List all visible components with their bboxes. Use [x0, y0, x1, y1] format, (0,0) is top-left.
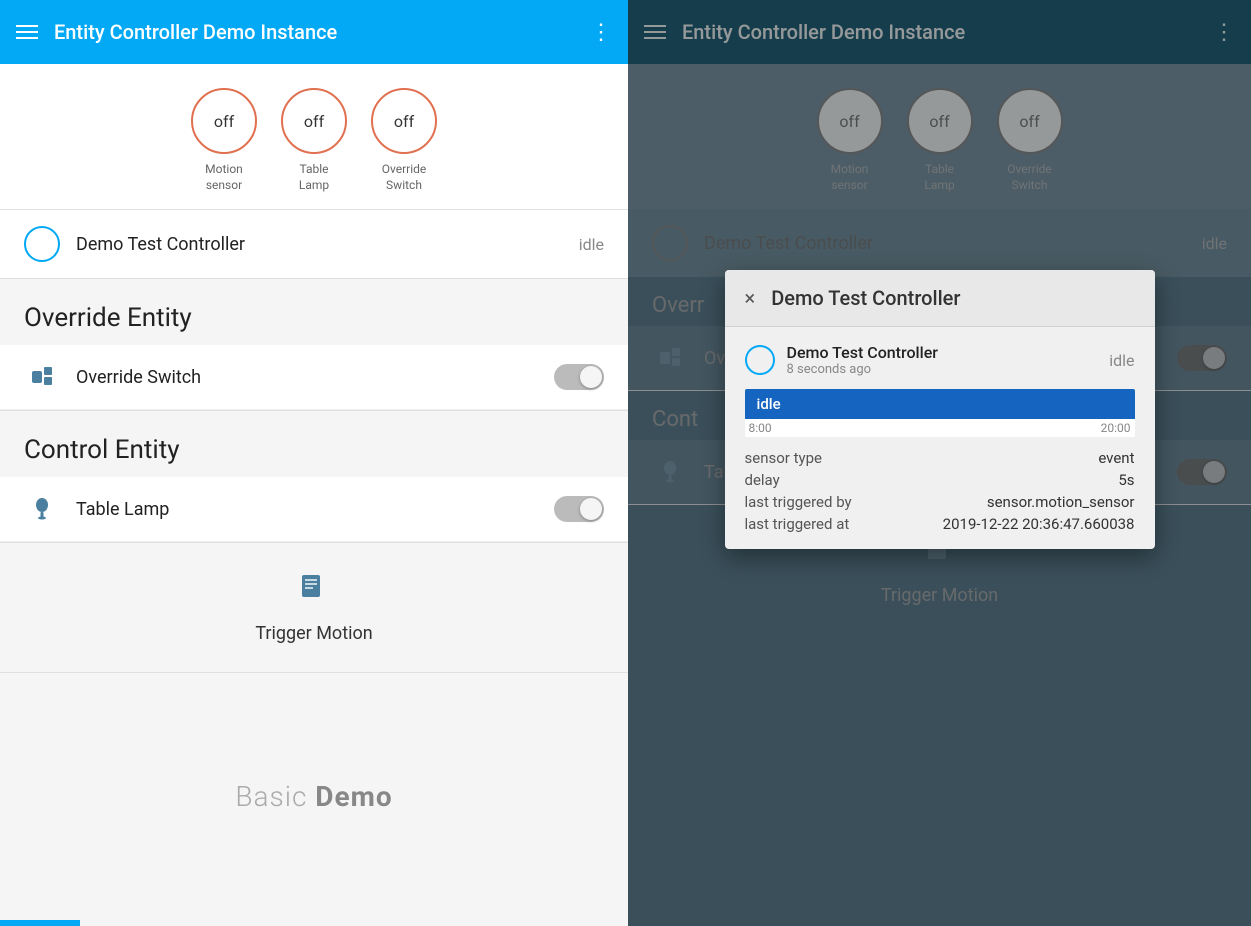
delay-value: 5s: [1118, 471, 1134, 489]
dialog-controller-row: Demo Test Controller 8 seconds ago idle: [745, 343, 1135, 377]
timeline-idle-label: idle: [757, 395, 781, 413]
triggered-at-key: last triggered at: [745, 515, 850, 533]
trigger-motion-icon: [296, 571, 332, 615]
timeline-start-label: 8:00: [749, 421, 772, 435]
sensor-type-value: event: [1098, 449, 1134, 467]
delay-key: delay: [745, 471, 780, 489]
override-switch-icon: [24, 359, 60, 395]
triggered-by-value: sensor.motion_sensor: [987, 493, 1135, 511]
toggle-knob: [580, 366, 602, 388]
sensor-label-motion: Motionsensor: [205, 162, 243, 193]
dialog-controller-name: Demo Test Controller: [787, 343, 1098, 362]
override-section-header: Override Entity: [0, 279, 628, 345]
basic-demo-row: Basic Demo: [0, 673, 628, 920]
sensor-label-lamp: TableLamp: [299, 162, 329, 193]
sensor-circle-override[interactable]: off: [371, 88, 437, 154]
right-panel: Entity Controller Demo Instance ⋮ off Mo…: [628, 0, 1251, 926]
info-row-triggered-at: last triggered at 2019-12-22 20:36:47.66…: [745, 515, 1135, 533]
triggered-at-value: 2019-12-22 20:36:47.660038: [943, 515, 1135, 533]
timeline-labels: 8:00 20:00: [745, 419, 1135, 437]
dialog-header: × Demo Test Controller: [725, 270, 1155, 327]
sensor-circle-lamp[interactable]: off: [281, 88, 347, 154]
dialog-close-button[interactable]: ×: [745, 286, 756, 310]
override-switch-toggle[interactable]: [554, 364, 604, 390]
left-panel: Entity Controller Demo Instance ⋮ off Mo…: [0, 0, 628, 926]
menu-icon[interactable]: [16, 25, 38, 39]
override-entity-row: Override Switch: [0, 345, 628, 410]
toggle-knob-lamp: [580, 498, 602, 520]
dialog-title: Demo Test Controller: [771, 286, 960, 310]
trigger-motion-section: Trigger Motion: [0, 543, 628, 672]
controller-icon: [24, 226, 60, 262]
bottom-bar: [0, 920, 80, 926]
timeline-end-label: 20:00: [1101, 421, 1131, 435]
basic-demo-text: Basic Demo: [235, 780, 392, 813]
sensor-circle-motion[interactable]: off: [191, 88, 257, 154]
controller-status: idle: [579, 235, 604, 254]
timeline: idle 8:00 20:00: [745, 389, 1135, 437]
info-table: sensor type event delay 5s last triggere…: [745, 449, 1135, 533]
timeline-bar-row: idle: [745, 389, 1135, 419]
left-app-bar-title: Entity Controller Demo Instance: [54, 20, 574, 44]
left-controller-row[interactable]: Demo Test Controller idle: [0, 210, 628, 278]
table-lamp-icon: [24, 491, 60, 527]
sensor-item-motion: off Motionsensor: [191, 88, 257, 193]
trigger-motion-label[interactable]: Trigger Motion: [255, 623, 372, 644]
info-row-sensor-type: sensor type event: [745, 449, 1135, 467]
control-section-header: Control Entity: [0, 411, 628, 477]
table-lamp-toggle[interactable]: [554, 496, 604, 522]
sensor-type-key: sensor type: [745, 449, 822, 467]
triggered-by-key: last triggered by: [745, 493, 852, 511]
table-lamp-label: Table Lamp: [76, 499, 538, 520]
sensor-label-override: OverrideSwitch: [382, 162, 427, 193]
dialog-overlay: × Demo Test Controller Demo Test Control…: [628, 0, 1251, 926]
control-entity-row: Table Lamp: [0, 477, 628, 542]
info-row-triggered-by: last triggered by sensor.motion_sensor: [745, 493, 1135, 511]
left-app-bar: Entity Controller Demo Instance ⋮: [0, 0, 628, 64]
dialog-body: Demo Test Controller 8 seconds ago idle …: [725, 327, 1155, 549]
dialog-controller-circle: [745, 345, 775, 375]
dialog-controller-time: 8 seconds ago: [787, 362, 1098, 377]
demo-test-controller-dialog: × Demo Test Controller Demo Test Control…: [725, 270, 1155, 549]
more-icon[interactable]: ⋮: [590, 20, 612, 45]
override-switch-label: Override Switch: [76, 367, 538, 388]
controller-name: Demo Test Controller: [76, 234, 563, 255]
dialog-controller-info: Demo Test Controller 8 seconds ago: [787, 343, 1098, 377]
sensor-item-override: off OverrideSwitch: [371, 88, 437, 193]
info-row-delay: delay 5s: [745, 471, 1135, 489]
timeline-idle-bar: idle: [745, 389, 1135, 419]
left-sensors-row: off Motionsensor off TableLamp off Overr…: [0, 64, 628, 209]
sensor-item-lamp: off TableLamp: [281, 88, 347, 193]
dialog-controller-status-badge: idle: [1109, 351, 1134, 370]
